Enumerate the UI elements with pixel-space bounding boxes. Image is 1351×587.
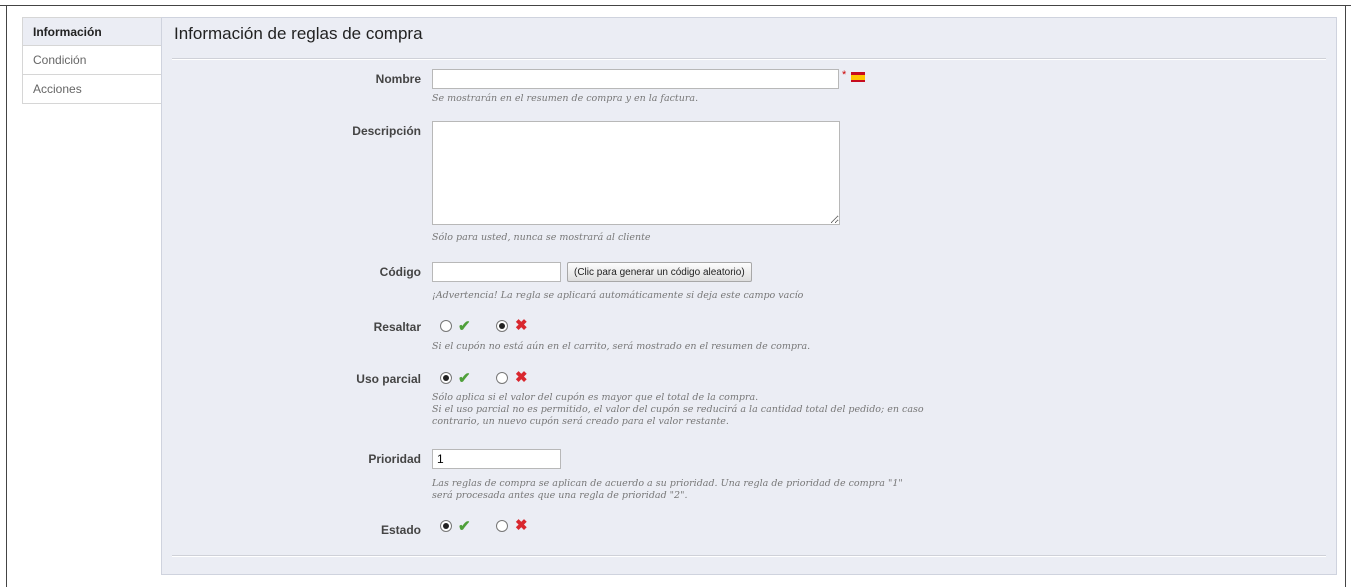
panel-title: Información de reglas de compra bbox=[174, 24, 423, 43]
code-input[interactable] bbox=[432, 262, 561, 282]
tab-list: Información Condición Acciones bbox=[22, 17, 162, 104]
code-hint: ¡Advertencia! La regla se aplicará autom… bbox=[432, 290, 804, 301]
window-frame-right bbox=[1345, 6, 1346, 587]
partial-use-hint-2: Si el uso parcial no es permitido, el va… bbox=[432, 404, 924, 415]
priority-hint-1: Las reglas de compra se aplican de acuer… bbox=[432, 478, 903, 489]
description-label: Descripción bbox=[352, 124, 421, 138]
description-hint: Sólo para usted, nunca se mostrará al cl… bbox=[432, 232, 651, 243]
partial-use-hint-3: contrario, un nuevo cupón será creado pa… bbox=[432, 416, 729, 427]
check-icon: ✔ bbox=[458, 518, 471, 535]
status-label: Estado bbox=[380, 523, 421, 537]
tab-condicion[interactable]: Condición bbox=[22, 46, 162, 75]
priority-label: Prioridad bbox=[368, 452, 421, 466]
code-label: Código bbox=[379, 265, 421, 279]
priority-input[interactable] bbox=[432, 449, 561, 469]
spain-flag-icon[interactable] bbox=[851, 72, 865, 82]
highlight-no-radio[interactable] bbox=[496, 320, 508, 332]
tab-informacion[interactable]: Información bbox=[22, 17, 162, 46]
name-input[interactable] bbox=[432, 69, 839, 89]
partial-use-no-radio[interactable] bbox=[496, 372, 508, 384]
highlight-label: Resaltar bbox=[373, 320, 421, 334]
name-label: Nombre bbox=[375, 72, 421, 86]
description-textarea[interactable] bbox=[432, 121, 840, 225]
status-yes-radio[interactable] bbox=[440, 520, 452, 532]
window-frame-left bbox=[6, 6, 7, 587]
priority-hint-2: será procesada antes que una regla de pr… bbox=[432, 490, 688, 501]
partial-use-yes-radio[interactable] bbox=[440, 372, 452, 384]
cart-rule-info-panel: Información de reglas de compra Nombre *… bbox=[161, 17, 1337, 575]
cross-icon: ✖ bbox=[515, 317, 528, 334]
highlight-hint: Si el cupón no está aún en el carrito, s… bbox=[432, 341, 811, 352]
partial-use-hint-1: Sólo aplica si el valor del cupón es may… bbox=[432, 392, 759, 403]
highlight-yes-radio[interactable] bbox=[440, 320, 452, 332]
status-no-radio[interactable] bbox=[496, 520, 508, 532]
partial-use-label: Uso parcial bbox=[356, 372, 421, 386]
divider-top bbox=[172, 58, 1326, 60]
check-icon: ✔ bbox=[458, 370, 471, 387]
check-icon: ✔ bbox=[458, 318, 471, 335]
generate-code-button[interactable]: (Clic para generar un código aleatorio) bbox=[567, 262, 752, 282]
window-frame-top bbox=[0, 0, 1351, 6]
divider-bottom bbox=[172, 555, 1326, 557]
cross-icon: ✖ bbox=[515, 517, 528, 534]
tab-acciones[interactable]: Acciones bbox=[22, 75, 162, 104]
required-mark: * bbox=[842, 69, 847, 81]
name-hint: Se mostrarán en el resumen de compra y e… bbox=[432, 93, 699, 104]
cross-icon: ✖ bbox=[515, 369, 528, 386]
